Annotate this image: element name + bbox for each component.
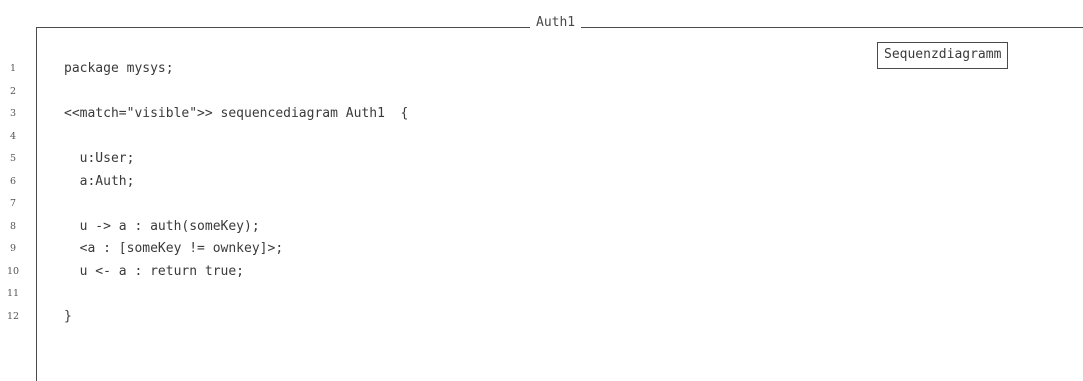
code-line: u <- a : return true; <box>64 264 245 279</box>
line-number: 6 <box>9 176 17 187</box>
line-number: 11 <box>6 288 20 299</box>
code-line: <<match="visible">> sequencediagram Auth… <box>64 106 409 121</box>
line-number: 10 <box>6 266 20 277</box>
code-line: package mysys; <box>64 61 174 76</box>
code-line: a:Auth; <box>64 174 135 189</box>
line-number: 3 <box>9 108 17 119</box>
code-line: u:User; <box>64 151 135 166</box>
diagram-type-badge: Sequenzdiagramm <box>877 42 1009 69</box>
line-number: 5 <box>9 153 17 164</box>
line-number: 12 <box>6 311 20 322</box>
listing-frame <box>36 27 1083 381</box>
listing-title: Auth1 <box>530 13 582 33</box>
line-number: 2 <box>9 86 17 97</box>
line-number: 8 <box>9 221 17 232</box>
line-number: 1 <box>9 63 17 74</box>
code-line: u -> a : auth(someKey); <box>64 219 260 234</box>
line-number: 9 <box>9 243 17 254</box>
line-number: 4 <box>9 131 17 142</box>
code-line: <a : [someKey != ownkey]>; <box>64 241 284 256</box>
code-line: } <box>64 309 72 324</box>
line-number: 7 <box>9 198 17 209</box>
